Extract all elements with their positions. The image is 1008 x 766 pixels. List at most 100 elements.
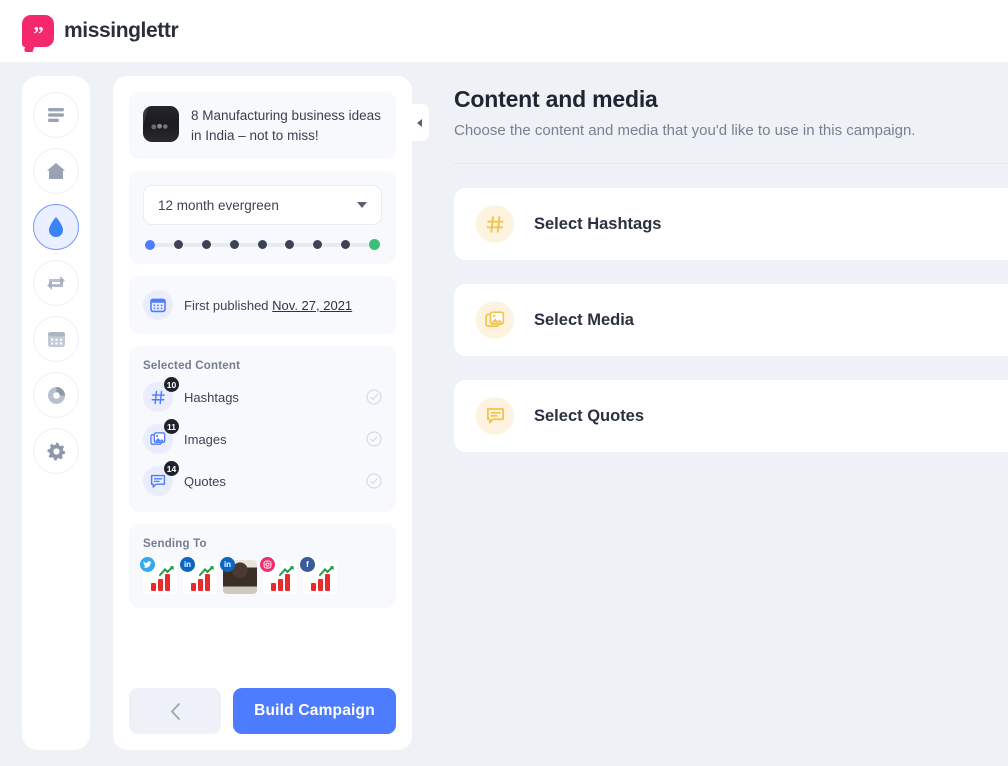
sidebar-item-menu[interactable] [33, 92, 79, 138]
home-icon [47, 163, 65, 179]
back-button[interactable] [129, 688, 221, 734]
sending-to-avatars: in in f [140, 557, 382, 595]
chart-logo [150, 574, 170, 592]
top-bar: ” missinglettr [0, 0, 1008, 62]
progress-line [322, 242, 342, 247]
post-thumbnail [143, 106, 179, 142]
sidebar-item-curate[interactable] [33, 260, 79, 306]
growth-arrow-icon [199, 566, 214, 577]
select-media-card[interactable]: Select Media [454, 284, 1008, 356]
selected-content-label-hashtags: Hashtags [184, 389, 239, 405]
select-hashtags-card[interactable]: Select Hashtags [454, 188, 1008, 260]
water-drop-icon [49, 217, 63, 237]
hashtag-icon: 10 [143, 377, 179, 413]
twitter-icon [140, 557, 155, 573]
check-circle-icon [366, 473, 382, 489]
progress-dot-9 [369, 239, 380, 251]
page-subtitle: Choose the content and media that you'd … [454, 122, 916, 139]
first-published-text: First published Nov. 27, 2021 [184, 298, 352, 313]
progress-dot-3 [201, 240, 211, 250]
selected-content-row-images[interactable]: 11 Images [143, 419, 382, 455]
avatar[interactable]: f [300, 557, 337, 595]
chevron-down-icon [357, 202, 367, 209]
select-quotes-label: Select Quotes [534, 406, 645, 425]
sidebar-rail [22, 76, 90, 750]
campaign-panel: 8 Manufacturing business ideas in India … [113, 76, 412, 750]
progress-line [210, 242, 230, 247]
sidebar-item-calendar[interactable] [33, 316, 79, 362]
post-card: 8 Manufacturing business ideas in India … [129, 92, 396, 160]
main-content: Content and media Choose the content and… [454, 86, 1008, 452]
avatar[interactable]: in [180, 557, 217, 595]
progress-line [238, 242, 258, 247]
instagram-icon [260, 557, 275, 573]
images-icon: 11 [143, 419, 179, 455]
quotes-count-badge: 14 [164, 461, 179, 477]
linkedin-icon: in [180, 557, 195, 573]
progress-line [266, 242, 286, 247]
divider [454, 163, 1008, 164]
growth-arrow-icon [159, 566, 174, 577]
first-published-date[interactable]: Nov. 27, 2021 [272, 298, 352, 313]
selected-content-label-quotes: Quotes [184, 473, 226, 489]
quote-bubble-icon: ” [22, 15, 54, 47]
campaign-type-value: 12 month evergreen [158, 197, 279, 213]
check-circle-icon [366, 389, 382, 405]
hashtags-count-badge: 10 [164, 377, 179, 393]
check-circle-icon [366, 431, 382, 447]
chart-logo [310, 574, 330, 592]
progress-line [182, 242, 202, 247]
sidebar-item-settings[interactable] [33, 428, 79, 474]
calendar-icon [47, 332, 65, 347]
progress-dot-4 [229, 240, 239, 250]
gear-icon [46, 442, 65, 461]
selected-content-label: Selected Content [143, 360, 241, 373]
progress-dot-8 [341, 240, 351, 250]
selected-content-label-images: Images [184, 431, 227, 447]
progress-dot-2 [173, 240, 183, 250]
linkedin-icon: in [220, 557, 235, 573]
sidebar-item-home[interactable] [33, 148, 79, 194]
panel-spacer [129, 620, 396, 682]
calendar-icon [143, 290, 173, 321]
brand-logo[interactable]: ” missinglettr [22, 15, 179, 47]
campaign-type-select[interactable]: 12 month evergreen [143, 185, 382, 226]
progress-line [294, 242, 314, 247]
progress-line [155, 242, 174, 247]
sidebar-item-analytics[interactable] [33, 372, 79, 418]
chevron-left-icon [417, 118, 422, 127]
selected-content-row-hashtags[interactable]: 10 Hashtags [143, 377, 382, 413]
hamburger-menu-icon [48, 108, 64, 122]
avatar[interactable] [140, 557, 177, 595]
sending-to-label: Sending To [143, 538, 207, 551]
progress-line [350, 242, 369, 247]
chart-logo [270, 574, 290, 592]
quote-bubble-icon: 14 [143, 461, 179, 497]
panel-collapse-toggle[interactable] [410, 104, 429, 141]
panel-footer: Build Campaign [129, 682, 396, 734]
progress-dot-5 [257, 240, 267, 250]
repeat-icon [47, 276, 65, 290]
sending-to-card: Sending To in in f [129, 524, 396, 609]
sidebar-item-drip[interactable] [33, 204, 79, 250]
chart-logo [190, 574, 210, 592]
avatar[interactable] [260, 557, 297, 595]
images-icon [476, 301, 514, 339]
post-title: 8 Manufacturing business ideas in India … [191, 108, 381, 143]
pie-chart-icon [47, 386, 65, 404]
campaign-type-card: 12 month evergreen [129, 171, 396, 265]
selected-content-row-quotes[interactable]: 14 Quotes [143, 461, 382, 497]
progress-dot-6 [285, 240, 295, 250]
chevron-left-icon [170, 702, 180, 720]
images-count-badge: 11 [164, 419, 179, 435]
quote-bubble-icon [476, 397, 514, 435]
select-hashtags-label: Select Hashtags [534, 214, 662, 233]
first-published-card: First published Nov. 27, 2021 [129, 276, 396, 335]
selected-content-card: Selected Content 10 Hashtags 11 Images 1… [129, 346, 396, 513]
select-quotes-card[interactable]: Select Quotes [454, 380, 1008, 452]
progress-dot-1 [145, 239, 155, 250]
growth-arrow-icon [279, 566, 294, 577]
brand-name: missinglettr [64, 19, 179, 42]
avatar[interactable]: in [220, 557, 257, 594]
build-campaign-button[interactable]: Build Campaign [233, 688, 396, 734]
